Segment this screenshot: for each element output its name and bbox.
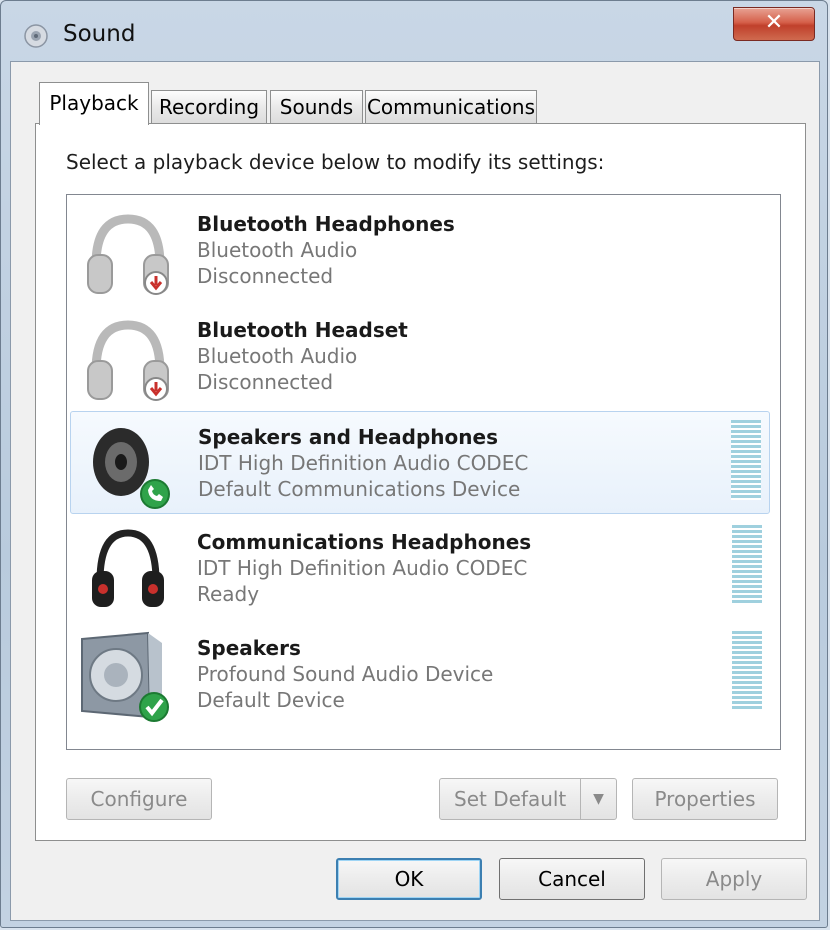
device-status: Default Communications Device xyxy=(198,477,521,501)
cancel-button[interactable]: Cancel xyxy=(499,858,645,900)
close-button[interactable]: ✕ xyxy=(733,7,815,41)
device-name: Speakers and Headphones xyxy=(198,425,498,449)
headset-disconnected-icon xyxy=(87,320,169,401)
device-name: Bluetooth Headset xyxy=(197,318,408,342)
device-driver: Bluetooth Audio xyxy=(197,344,358,368)
chevron-down-icon[interactable]: ▼ xyxy=(580,779,616,819)
device-name: Communications Headphones xyxy=(197,530,532,554)
level-meter xyxy=(732,631,762,711)
title-bar[interactable]: Sound ✕ xyxy=(1,1,827,61)
device-speakers[interactable]: Speakers Profound Sound Audio Device Def… xyxy=(70,623,770,726)
sound-dialog-window: Sound ✕ Playback Recording Sounds Commun… xyxy=(0,0,828,928)
device-driver: IDT High Definition Audio CODEC xyxy=(198,451,529,475)
phone-badge-icon xyxy=(140,479,170,509)
device-bluetooth-headphones[interactable]: Bluetooth Headphones Bluetooth Audio Dis… xyxy=(70,199,770,302)
tab-label: Recording xyxy=(158,95,260,119)
device-driver: IDT High Definition Audio CODEC xyxy=(197,556,528,580)
device-status: Default Device xyxy=(197,688,345,712)
device-communications-headphones[interactable]: Communications Headphones IDT High Defin… xyxy=(70,517,770,620)
tab-label: Communications xyxy=(366,95,536,119)
playback-tab-panel: Select a playback device below to modify… xyxy=(35,123,806,841)
speaker-app-icon xyxy=(24,24,48,48)
device-bluetooth-headset[interactable]: Bluetooth Headset Bluetooth Audio Discon… xyxy=(70,305,770,408)
headphones-disconnected-icon xyxy=(87,214,169,295)
device-driver: Profound Sound Audio Device xyxy=(197,662,494,686)
device-speakers-and-headphones[interactable]: Speakers and Headphones IDT High Definit… xyxy=(70,411,770,514)
speaker-icon xyxy=(93,428,170,509)
device-status: Disconnected xyxy=(197,264,334,288)
tab-label: Playback xyxy=(49,91,139,115)
headphones-icon xyxy=(92,529,164,607)
configure-button[interactable]: Configure xyxy=(66,778,212,820)
tab-playback[interactable]: Playback xyxy=(39,82,149,125)
device-driver: Bluetooth Audio xyxy=(197,238,358,262)
set-default-button[interactable]: Set Default ▼ xyxy=(439,778,617,820)
instruction-text: Select a playback device below to modify… xyxy=(66,150,605,174)
tab-sounds[interactable]: Sounds xyxy=(270,90,363,124)
device-name: Bluetooth Headphones xyxy=(197,212,455,236)
ok-button[interactable]: OK xyxy=(336,858,482,900)
playback-device-list[interactable]: Bluetooth Headphones Bluetooth Audio Dis… xyxy=(66,194,781,750)
properties-button[interactable]: Properties xyxy=(632,778,778,820)
dialog-client-area: Playback Recording Sounds Communications… xyxy=(10,61,820,921)
device-status: Disconnected xyxy=(197,370,334,394)
tab-label: Sounds xyxy=(279,95,354,119)
window-title: Sound xyxy=(63,21,136,47)
device-name: Speakers xyxy=(197,636,301,660)
tab-recording[interactable]: Recording xyxy=(151,90,267,124)
speaker-box-icon xyxy=(81,631,169,722)
device-status: Ready xyxy=(197,582,260,606)
check-badge-icon xyxy=(139,692,169,722)
level-meter xyxy=(732,525,762,605)
close-icon: ✕ xyxy=(764,10,784,35)
tab-communications[interactable]: Communications xyxy=(365,90,537,124)
level-meter xyxy=(731,420,761,500)
apply-button[interactable]: Apply xyxy=(661,858,807,900)
